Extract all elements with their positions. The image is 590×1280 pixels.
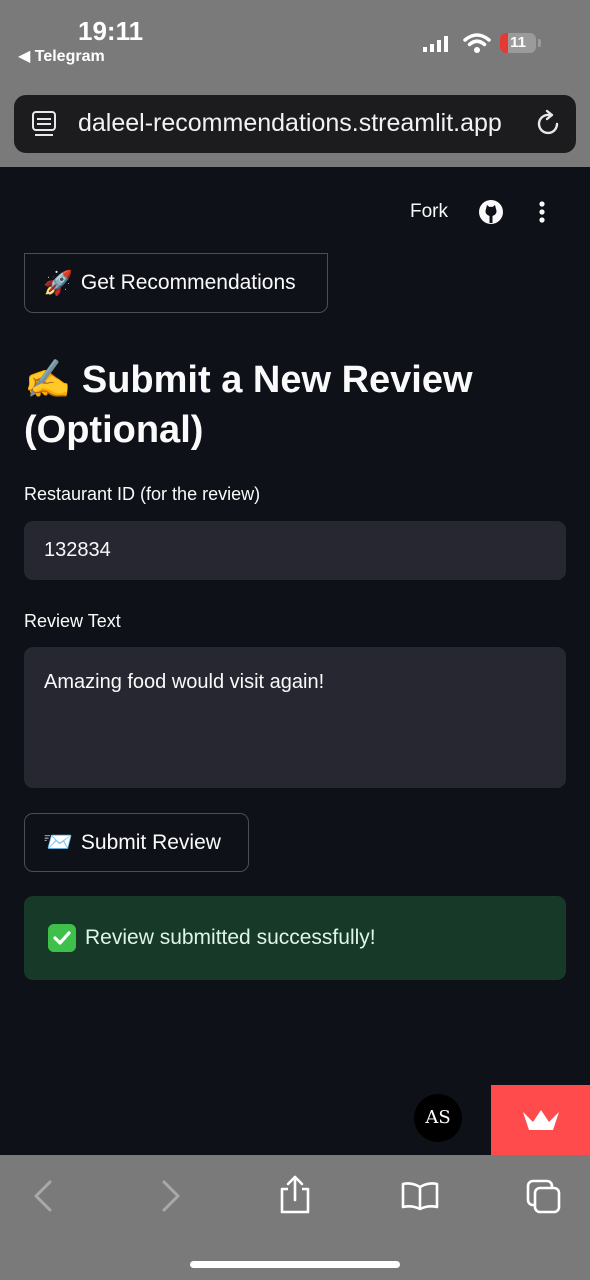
- browser-toolbar: [0, 1155, 590, 1280]
- browser-chrome: daleel-recommendations.streamlit.app: [0, 95, 590, 167]
- success-message: Review submitted successfully!: [85, 926, 376, 949]
- back-icon[interactable]: [30, 1179, 56, 1213]
- restaurant-id-label: Restaurant ID (for the review): [24, 484, 261, 504]
- bookmarks-icon[interactable]: [400, 1181, 440, 1211]
- envelope-icon: 📨: [43, 829, 73, 856]
- clock: 19:11: [78, 16, 144, 46]
- check-mark-icon: [48, 924, 76, 952]
- back-to-app-link[interactable]: ◀ Telegram: [18, 46, 105, 66]
- review-section-title: ✍️ Submit a New Review (Optional): [24, 359, 473, 451]
- avatar[interactable]: AS: [414, 1094, 462, 1142]
- wifi-icon: [463, 33, 491, 53]
- more-options-icon[interactable]: [531, 199, 553, 225]
- battery-level: 11: [510, 34, 526, 51]
- rocket-icon: 🚀: [43, 269, 73, 297]
- restaurant-id-input[interactable]: 132834: [24, 521, 566, 580]
- cellular-signal-icon: [423, 36, 448, 52]
- success-alert: Review submitted successfully!: [24, 896, 566, 980]
- reload-icon[interactable]: [536, 109, 562, 137]
- submit-review-button[interactable]: 📨 Submit Review: [24, 813, 249, 872]
- streamlit-badge[interactable]: [491, 1085, 590, 1155]
- page-settings-icon[interactable]: [32, 111, 56, 137]
- status-bar: 19:11 ◀ Telegram 11: [0, 0, 590, 95]
- review-text-label: Review Text: [24, 611, 121, 631]
- github-icon[interactable]: [478, 199, 504, 225]
- submit-review-label: Submit Review: [80, 830, 221, 854]
- back-app-label: Telegram: [34, 48, 105, 65]
- review-text-area[interactable]: Amazing food would visit again!: [24, 647, 566, 788]
- battery-icon: 11: [500, 33, 536, 53]
- get-recommendations-label: Get Recommendations: [80, 271, 296, 294]
- address-bar[interactable]: daleel-recommendations.streamlit.app: [14, 95, 576, 153]
- home-indicator[interactable]: [190, 1261, 400, 1268]
- crown-icon: [523, 1110, 559, 1130]
- tabs-icon[interactable]: [526, 1179, 562, 1215]
- battery-cap: [538, 39, 541, 47]
- get-recommendations-button[interactable]: 🚀 Get Recommendations: [24, 253, 328, 313]
- url-text: daleel-recommendations.streamlit.app: [78, 109, 502, 137]
- share-icon[interactable]: [278, 1175, 312, 1215]
- forward-icon[interactable]: [158, 1179, 184, 1213]
- fork-button[interactable]: Fork: [410, 201, 448, 223]
